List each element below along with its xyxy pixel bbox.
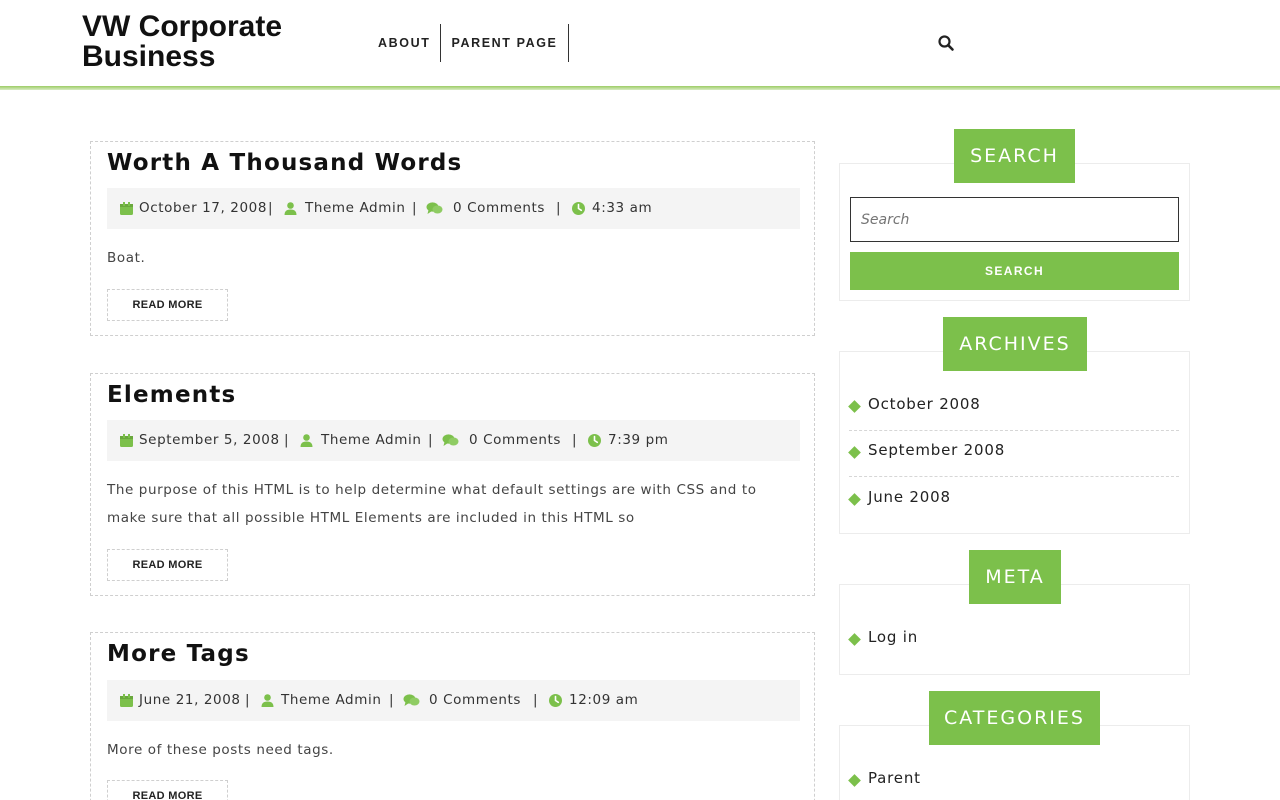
- diamond-bullet-icon: [848, 633, 861, 646]
- calendar-icon: [120, 202, 133, 215]
- user-icon: [261, 694, 274, 707]
- meta-separator: |: [572, 432, 578, 448]
- archive-item[interactable]: September 2008: [848, 431, 1179, 477]
- clock-icon: [588, 434, 601, 447]
- post-time[interactable]: 4:33 am: [592, 188, 652, 229]
- meta-separator: |: [268, 200, 274, 216]
- meta-separator: |: [533, 692, 539, 708]
- post-excerpt: More of these posts need tags.: [107, 742, 334, 758]
- clock-icon: [572, 202, 585, 215]
- categories-widget-title: CATEGORIES: [929, 691, 1100, 745]
- post-time[interactable]: 12:09 am: [569, 680, 638, 721]
- user-icon: [300, 434, 313, 447]
- calendar-icon: [120, 434, 133, 447]
- archive-item-label[interactable]: June 2008: [868, 488, 951, 506]
- diamond-bullet-icon: [848, 774, 861, 787]
- meta-separator: |: [389, 692, 395, 708]
- search-widget-title: SEARCH: [954, 129, 1075, 183]
- read-more-button[interactable]: READ MORE: [107, 780, 228, 800]
- post-card: Elements September 5, 2008 | Theme Admin…: [90, 373, 815, 596]
- search-input[interactable]: [850, 197, 1179, 242]
- archive-item[interactable]: June 2008: [848, 478, 1179, 524]
- meta-separator: |: [245, 692, 251, 708]
- user-icon: [284, 202, 297, 215]
- post-author[interactable]: Theme Admin: [305, 188, 405, 229]
- diamond-bullet-icon: [848, 400, 861, 413]
- post-title[interactable]: More Tags: [107, 641, 250, 667]
- post-date[interactable]: October 17, 2008: [139, 188, 267, 229]
- search-button[interactable]: SEARCH: [850, 252, 1179, 290]
- meta-separator: |: [556, 200, 562, 216]
- search-icon[interactable]: [937, 34, 955, 52]
- post-meta: June 21, 2008 | Theme Admin | 0 Comments…: [107, 680, 800, 721]
- meta-widget-title: META: [969, 550, 1061, 604]
- post-author[interactable]: Theme Admin: [281, 680, 381, 721]
- post-title[interactable]: Elements: [107, 382, 236, 408]
- archive-item-label[interactable]: October 2008: [868, 395, 981, 413]
- post-date[interactable]: June 21, 2008: [139, 680, 241, 721]
- clock-icon: [549, 694, 562, 707]
- comments-icon: [442, 434, 459, 446]
- post-comments[interactable]: 0 Comments: [429, 680, 521, 721]
- archives-widget-title: ARCHIVES: [943, 317, 1087, 371]
- meta-separator: |: [284, 432, 290, 448]
- nav-item-parent-page[interactable]: PARENT PAGE: [441, 24, 569, 62]
- post-time[interactable]: 7:39 pm: [608, 420, 669, 461]
- main-nav: ABOUT PARENT PAGE: [368, 24, 569, 62]
- post-comments[interactable]: 0 Comments: [453, 188, 545, 229]
- nav-item-about[interactable]: ABOUT: [368, 24, 442, 62]
- meta-separator: |: [428, 432, 434, 448]
- meta-item-login[interactable]: Log in: [868, 628, 918, 646]
- diamond-bullet-icon: [848, 446, 861, 459]
- post-title[interactable]: Worth A Thousand Words: [107, 150, 462, 176]
- read-more-button[interactable]: READ MORE: [107, 289, 228, 321]
- meta-separator: |: [412, 200, 418, 216]
- comments-icon: [426, 202, 443, 214]
- header-divider: [0, 86, 1280, 90]
- post-card: Worth A Thousand Words October 17, 2008 …: [90, 141, 815, 336]
- site-title[interactable]: VW Corporate Business: [82, 12, 342, 72]
- post-author[interactable]: Theme Admin: [321, 420, 421, 461]
- read-more-button[interactable]: READ MORE: [107, 549, 228, 581]
- archive-item-label[interactable]: September 2008: [868, 441, 1005, 459]
- post-excerpt: Boat.: [107, 250, 146, 266]
- archive-item[interactable]: October 2008: [848, 385, 1179, 431]
- post-date[interactable]: September 5, 2008: [139, 420, 280, 461]
- post-excerpt: The purpose of this HTML is to help dete…: [107, 482, 757, 526]
- site-header: VW Corporate Business ABOUT PARENT PAGE: [0, 0, 1280, 86]
- post-card: More Tags June 21, 2008 | Theme Admin | …: [90, 632, 815, 800]
- comments-icon: [403, 694, 420, 706]
- post-comments[interactable]: 0 Comments: [469, 420, 561, 461]
- post-meta: October 17, 2008 | Theme Admin | 0 Comme…: [107, 188, 800, 229]
- meta-item[interactable]: Log in: [848, 618, 1179, 664]
- calendar-icon: [120, 694, 133, 707]
- post-meta: September 5, 2008 | Theme Admin | 0 Comm…: [107, 420, 800, 461]
- diamond-bullet-icon: [848, 493, 861, 506]
- category-item[interactable]: Parent: [848, 759, 1179, 800]
- category-item-label[interactable]: Parent: [868, 769, 921, 787]
